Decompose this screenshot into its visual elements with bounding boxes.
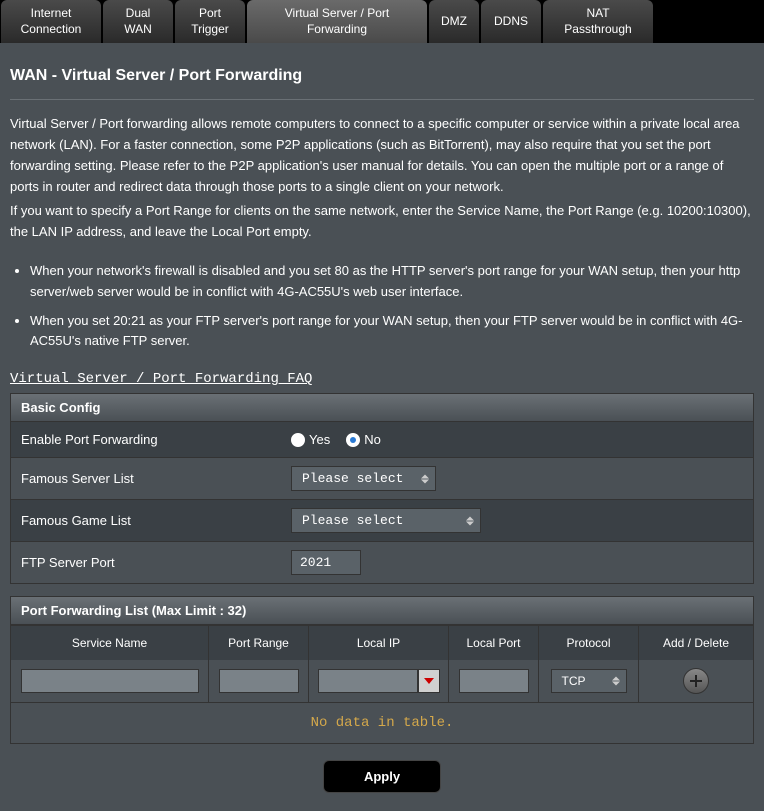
radio-no-label: No [364, 432, 381, 447]
select-protocol[interactable]: TCP [551, 669, 627, 693]
row-game-list: Famous Game List Please select [10, 500, 754, 542]
page-title: WAN - Virtual Server / Port Forwarding [10, 53, 754, 100]
col-local-port: Local Port [449, 626, 539, 660]
value-enable-forwarding: Yes No [281, 422, 753, 457]
select-server-list[interactable]: Please select [291, 466, 436, 491]
radio-yes-label: Yes [309, 432, 330, 447]
updown-icon [421, 474, 429, 483]
main-content: WAN - Virtual Server / Port Forwarding V… [0, 43, 764, 811]
label-game-list: Famous Game List [11, 500, 281, 541]
input-port-range[interactable] [219, 669, 299, 693]
description-p1: Virtual Server / Port forwarding allows … [10, 114, 754, 197]
radio-yes[interactable] [291, 433, 305, 447]
note-item: When you set 20:21 as your FTP server's … [30, 311, 754, 353]
no-data-message: No data in table. [10, 703, 754, 744]
row-enable-forwarding: Enable Port Forwarding Yes No [10, 422, 754, 458]
notes-list: When your network's firewall is disabled… [10, 261, 754, 370]
label-ftp-port: FTP Server Port [11, 542, 281, 583]
updown-icon [466, 516, 474, 525]
forwarding-table: Service Name Port Range Local IP Local P… [10, 625, 754, 703]
description-p2: If you want to specify a Port Range for … [10, 201, 754, 243]
table-input-row: TCP [11, 660, 753, 702]
note-item: When your network's firewall is disabled… [30, 261, 754, 303]
row-ftp-port: FTP Server Port [10, 542, 754, 584]
tab-dmz[interactable]: DMZ [429, 0, 479, 43]
value-game-list: Please select [281, 500, 753, 541]
dropdown-local-ip[interactable] [418, 669, 440, 693]
input-service-name[interactable] [21, 669, 199, 693]
input-ftp-port[interactable] [291, 550, 361, 575]
basic-config-header: Basic Config [10, 393, 754, 422]
faq-link[interactable]: Virtual Server / Port Forwarding FAQ [10, 371, 312, 393]
forwarding-list-header: Port Forwarding List (Max Limit : 32) [10, 596, 754, 625]
tab-ddns[interactable]: DDNS [481, 0, 541, 43]
tab-internet-connection[interactable]: Internet Connection [1, 0, 101, 43]
radio-no[interactable] [346, 433, 360, 447]
col-add-delete: Add / Delete [639, 626, 753, 660]
tab-nat-passthrough[interactable]: NAT Passthrough [543, 0, 653, 43]
label-server-list: Famous Server List [11, 458, 281, 499]
updown-icon [612, 677, 620, 686]
value-ftp-port [281, 542, 753, 583]
input-local-ip[interactable] [318, 669, 418, 693]
table-header-row: Service Name Port Range Local IP Local P… [11, 626, 753, 660]
row-server-list: Famous Server List Please select [10, 458, 754, 500]
tab-port-trigger[interactable]: Port Trigger [175, 0, 245, 43]
add-button[interactable] [683, 668, 709, 694]
description-block: Virtual Server / Port forwarding allows … [10, 100, 754, 261]
col-protocol: Protocol [539, 626, 639, 660]
apply-row: Apply [10, 744, 754, 801]
col-port-range: Port Range [209, 626, 309, 660]
input-local-port[interactable] [459, 669, 529, 693]
col-service-name: Service Name [11, 626, 209, 660]
tab-virtual-server[interactable]: Virtual Server / Port Forwarding [247, 0, 427, 43]
tab-bar: Internet Connection Dual WAN Port Trigge… [0, 0, 764, 43]
select-game-list[interactable]: Please select [291, 508, 481, 533]
col-local-ip: Local IP [309, 626, 449, 660]
label-enable-forwarding: Enable Port Forwarding [11, 422, 281, 457]
apply-button[interactable]: Apply [323, 760, 441, 793]
value-server-list: Please select [281, 458, 753, 499]
tab-dual-wan[interactable]: Dual WAN [103, 0, 173, 43]
